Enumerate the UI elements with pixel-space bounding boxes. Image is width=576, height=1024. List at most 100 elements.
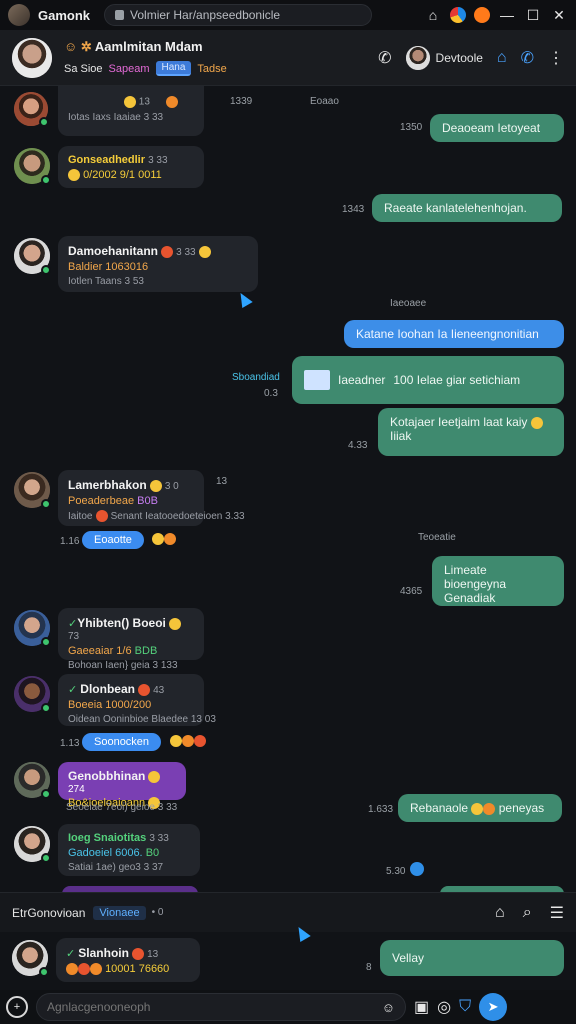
address-bar[interactable]: Volmier Har/anpseedbonicle (104, 4, 373, 26)
message-bubble[interactable]: Ioeg Snaiotitas 3 33 Gadoeiel 6006. B0 S… (58, 824, 200, 876)
reply-chip[interactable]: Soonocken (82, 732, 206, 751)
avatar[interactable] (14, 472, 51, 509)
link-label: Sboandiad (232, 372, 280, 383)
contact-mini-avatar (405, 45, 430, 70)
link-description: 100 Ielae giar setichiam (393, 373, 521, 387)
sticker-icon[interactable]: ▣ (414, 997, 429, 1017)
outgoing-message[interactable]: Deaoeam Ietoyeat (430, 114, 564, 142)
message-time: 4.33 (348, 440, 368, 451)
link-thumbnail-icon (304, 370, 330, 390)
chat-messages[interactable]: Iotas Iaxs Iaaiae 3 33 13 1339 Eoaao 135… (0, 86, 576, 892)
avatar[interactable] (14, 238, 51, 275)
outgoing-message[interactable]: Raeate kanlatelehenhojan. (372, 194, 562, 222)
avatar[interactable] (14, 610, 51, 647)
send-icon[interactable]: ➤ (479, 993, 508, 1021)
message-composer: + ☺ ▣ ◎ ⛉ ➤ (0, 990, 576, 1024)
message-time: 1350 (400, 122, 423, 133)
outgoing-message[interactable]: Katane Ioohan Ia Iieneengnonitian (344, 320, 564, 348)
browser-topbar: Gamonk Volmier Har/anpseedbonicle ⌂ — ☐ … (0, 0, 576, 30)
reply-chip-label: Soonocken (82, 733, 162, 751)
lock-icon (115, 10, 125, 20)
search-icon[interactable]: ⌕ (523, 904, 532, 922)
tag-label: Eoaao (310, 96, 339, 107)
reaction-count: 3 33 (148, 155, 168, 166)
header-sub-a: Sa Sioe (64, 62, 103, 75)
message-input[interactable] (47, 1000, 382, 1014)
message-text: Boeeia 1000/200 (68, 699, 152, 712)
time-label: 1339 (230, 96, 253, 107)
gif-icon[interactable]: ◎ (437, 997, 451, 1017)
header-sub-c: Tadse (197, 62, 227, 75)
message-bubble[interactable]: Damoehanitann 3 33 Baldier 1063016 Iotle… (58, 236, 258, 292)
message-bubble[interactable]: Lamerbhakon 3 0 Poeaderbeae B0B Iaitoe S… (58, 470, 245, 526)
outgoing-message[interactable]: Vellay (380, 940, 564, 976)
link-preview-message[interactable]: Iaeadner 100 Ielae giar setichiam (292, 356, 564, 404)
message-bubble[interactable]: ✓ Slanhoin 13 10001 76660 (56, 938, 200, 982)
thread-chip[interactable]: Vionaee (93, 905, 146, 920)
home-icon[interactable]: ⌂ (424, 6, 442, 24)
chat-header: ☺ ✲ Aamlmitan Mdam Sa Sioe Sapeam Hana T… (0, 30, 576, 86)
contact-avatar[interactable] (12, 37, 52, 78)
reaction-count: 3 33 (149, 833, 169, 844)
message-time: 1.16 (60, 536, 80, 547)
reply-chip-label: Eoaotte (82, 531, 144, 549)
message-meta: Iotas Iaxs Iaaiae 3 33 (68, 112, 164, 123)
outgoing-message[interactable]: Kotajaer Ieetjaim laat kaiy Iiiak (378, 408, 564, 456)
avatar[interactable] (12, 940, 49, 977)
message-bubble[interactable]: Iotas Iaxs Iaaiae 3 33 (58, 86, 204, 136)
close-icon[interactable]: ✕ (550, 6, 568, 24)
emoji-icon[interactable]: ☺ (382, 1000, 395, 1015)
call-icon[interactable]: ✆ (521, 48, 534, 68)
home-icon[interactable]: ⌂ (495, 904, 505, 922)
message-input-wrapper[interactable]: ☺ (36, 993, 406, 1021)
header-chip[interactable]: Hana (155, 61, 192, 76)
attach-icon[interactable]: + (6, 996, 28, 1018)
shield-icon[interactable]: ⛉ (459, 998, 471, 1016)
message-time: 1.633 (368, 804, 394, 815)
message-bubble[interactable]: Genobbhinan 274 Bo&ioeloaioann (58, 762, 186, 810)
avatar[interactable] (14, 826, 51, 863)
sender-name: Yhibten() Boeoi (77, 616, 166, 630)
reaction-count: 274 (68, 784, 85, 796)
message-bubble[interactable]: ✓Yhibten() Boeoi 73 Gaeeaiar 1/6 BDB Boh… (58, 608, 204, 671)
read-receipt-icon (410, 862, 424, 876)
reaction-count: 3 33 (176, 247, 196, 258)
menu-icon[interactable]: ☰ (550, 903, 564, 923)
avatar[interactable] (14, 762, 51, 799)
message-text-2: Iiiak (390, 429, 412, 443)
reply-chip[interactable]: Eoaotte (82, 530, 177, 549)
thread-header: EtrGonovioan Vionaee • 0 ⌂ ⌕ ☰ (0, 892, 576, 932)
message-text: Gadoeiel 6006. (68, 847, 143, 859)
chat-title: Aamlmitan Mdam (94, 39, 203, 54)
header-contact-name: Devtoole (435, 50, 483, 65)
profile-avatar[interactable] (8, 4, 30, 26)
mouse-cursor-icon (235, 289, 253, 309)
outgoing-message[interactable]: Rebanaole peneyas (398, 794, 562, 822)
browser-logo-icon[interactable] (450, 7, 466, 23)
broadcast-icon[interactable]: ⌂ (497, 49, 507, 67)
phone-icon[interactable]: ✆ (378, 48, 391, 68)
header-contact[interactable]: Devtoole (405, 45, 483, 70)
more-vertical-icon[interactable]: ⋮ (548, 48, 564, 68)
message-text: Rebanaole (410, 801, 469, 815)
header-sub-b: Sapeam (108, 62, 150, 75)
minimize-icon[interactable]: — (498, 6, 516, 24)
avatar[interactable] (14, 92, 49, 127)
message-text: 10001 76660 (105, 963, 170, 976)
message-bubble[interactable]: Gonseadhedlir 3 33 0/2002 9/1 0011 (58, 146, 204, 188)
outgoing-message[interactable]: Limeate bioengeyna Genadiak (432, 556, 564, 606)
sender-name: Ioeg Snaiotitas (68, 832, 147, 844)
avatar[interactable] (14, 676, 51, 713)
message-meta: Bohoan Iaen} geia 3 133 (68, 660, 178, 672)
thread-messages[interactable]: ✓ Slanhoin 13 10001 76660 8 Vellay (0, 923, 576, 990)
reaction-count: 13 (147, 949, 159, 960)
maximize-icon[interactable]: ☐ (524, 6, 542, 24)
message-bubble[interactable]: ✓ Dlonbean 43 Boeeia 1000/200 Oidean Oon… (58, 674, 216, 726)
message-time: 1343 (342, 204, 365, 215)
avatar[interactable] (14, 148, 51, 185)
sender-name: Lamerbhakon (68, 478, 147, 492)
sender-name: Gonseadhedlir (68, 154, 146, 166)
extension-icon[interactable] (474, 7, 490, 23)
link-title: Iaeadner (338, 373, 386, 387)
message-text-2: Genadiak (444, 591, 496, 605)
